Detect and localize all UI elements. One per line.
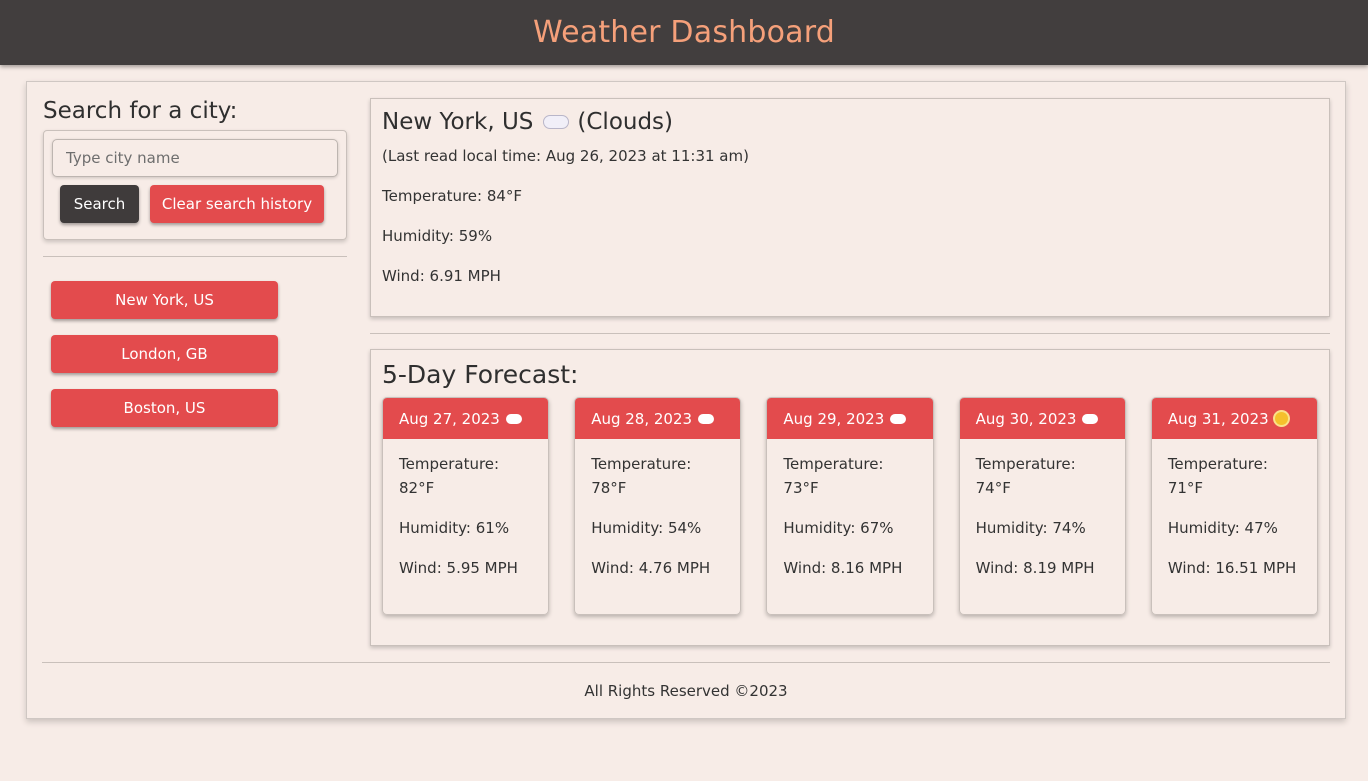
sun-icon <box>1274 412 1288 425</box>
forecast-section: 5-Day Forecast: Aug 27, 2023 Temperature… <box>370 349 1330 646</box>
forecast-temperature: 74°F <box>975 479 1011 497</box>
current-city: New York, US <box>382 109 534 135</box>
forecast-date: Aug 30, 2023 <box>975 409 1077 428</box>
forecast-wind: Wind: 5.95 MPH <box>399 559 518 577</box>
forecast-card-header: Aug 27, 2023 <box>383 398 549 439</box>
search-form: Search Clear search history <box>43 130 347 240</box>
forecast-date: Aug 31, 2023 <box>1167 409 1269 428</box>
forecast-date: Aug 29, 2023 <box>783 409 885 428</box>
forecast-card-header: Aug 29, 2023 <box>767 398 933 439</box>
forecast-wind: Wind: 8.19 MPH <box>975 559 1095 577</box>
forecast-humidity: Humidity: 74% <box>975 519 1086 537</box>
cloud-icon <box>890 413 907 424</box>
cloud-icon <box>543 115 570 129</box>
search-button[interactable]: Search <box>60 185 139 223</box>
forecast-wind: Wind: 16.51 MPH <box>1167 559 1297 577</box>
search-panel: Search for a city: Search Clear search h… <box>43 98 347 427</box>
forecast-card: Aug 29, 2023 Temperature: 73°F Humidity:… <box>766 397 934 615</box>
cloud-icon <box>698 413 715 424</box>
page-title: Weather Dashboard <box>532 15 835 50</box>
forecast-humidity: Humidity: 47% <box>1167 519 1278 537</box>
forecast-temperature-label: Temperature: <box>399 455 500 473</box>
divider <box>42 662 1330 663</box>
forecast-temperature: 78°F <box>591 479 627 497</box>
forecast-wind: Wind: 4.76 MPH <box>591 559 711 577</box>
forecast-date: Aug 27, 2023 <box>399 409 500 428</box>
app-header: Weather Dashboard <box>0 0 1368 65</box>
forecast-card-header: Aug 31, 2023 <box>1151 398 1318 439</box>
forecast-card-body: Temperature: 78°F Humidity: 54% Wind: 4.… <box>575 439 740 577</box>
current-wind: Wind: 6.91 MPH <box>382 267 501 285</box>
current-weather-card: New York, US (Clouds) (Last read local t… <box>370 98 1330 317</box>
cloud-icon <box>1082 413 1099 424</box>
forecast-card-body: Temperature: 74°F Humidity: 74% Wind: 8.… <box>960 439 1125 577</box>
forecast-heading: 5-Day Forecast: <box>382 360 579 389</box>
forecast-card: Aug 30, 2023 Temperature: 74°F Humidity:… <box>958 397 1126 615</box>
current-temperature: Temperature: 84°F <box>382 187 523 205</box>
forecast-temperature-label: Temperature: <box>1167 455 1268 473</box>
current-humidity: Humidity: 59% <box>382 227 493 245</box>
forecast-humidity: Humidity: 61% <box>399 519 510 537</box>
last-read-time: (Last read local time: Aug 26, 2023 at 1… <box>382 147 749 165</box>
forecast-card: Aug 27, 2023 Temperature: 82°F Humidity:… <box>382 397 550 615</box>
history-item-new-york[interactable]: New York, US <box>51 281 278 319</box>
page-footer: All Rights Reserved ©2023 <box>27 682 1345 700</box>
current-weather-title: New York, US (Clouds) <box>382 109 1318 135</box>
forecast-card-header: Aug 28, 2023 <box>575 398 741 439</box>
forecast-card-header: Aug 30, 2023 <box>959 398 1125 439</box>
history-item-boston[interactable]: Boston, US <box>51 389 278 427</box>
footer-text: All Rights Reserved ©2023 <box>584 682 788 700</box>
forecast-card-body: Temperature: 82°F Humidity: 61% Wind: 5.… <box>383 439 548 577</box>
forecast-date: Aug 28, 2023 <box>591 409 693 428</box>
divider <box>43 256 347 257</box>
forecast-card: Aug 31, 2023 Temperature: 71°F Humidity:… <box>1150 397 1319 615</box>
forecast-cards: Aug 27, 2023 Temperature: 82°F Humidity:… <box>382 397 1319 615</box>
cloud-icon <box>505 413 522 424</box>
forecast-humidity: Humidity: 54% <box>591 519 702 537</box>
forecast-temperature-label: Temperature: <box>975 455 1076 473</box>
forecast-card: Aug 28, 2023 Temperature: 78°F Humidity:… <box>574 397 742 615</box>
forecast-temperature: 82°F <box>399 479 435 497</box>
history-item-london[interactable]: London, GB <box>51 335 278 373</box>
clear-history-button[interactable]: Clear search history <box>150 185 324 223</box>
forecast-temperature: 73°F <box>783 479 819 497</box>
search-heading: Search for a city: <box>43 98 238 124</box>
forecast-temperature-label: Temperature: <box>783 455 884 473</box>
forecast-wind: Wind: 8.16 MPH <box>783 559 903 577</box>
forecast-card-body: Temperature: 71°F Humidity: 47% Wind: 16… <box>1152 439 1317 577</box>
search-history-list: New York, US London, GB Boston, US <box>43 281 347 427</box>
divider <box>370 333 1330 334</box>
forecast-card-body: Temperature: 73°F Humidity: 67% Wind: 8.… <box>767 439 932 577</box>
dashboard-container: Search for a city: Search Clear search h… <box>26 81 1346 719</box>
current-condition: (Clouds) <box>577 109 674 135</box>
forecast-temperature-label: Temperature: <box>591 455 692 473</box>
search-actions: Search Clear search history <box>52 185 338 223</box>
city-search-input[interactable] <box>52 139 338 177</box>
forecast-humidity: Humidity: 67% <box>783 519 894 537</box>
forecast-temperature: 71°F <box>1167 479 1204 497</box>
